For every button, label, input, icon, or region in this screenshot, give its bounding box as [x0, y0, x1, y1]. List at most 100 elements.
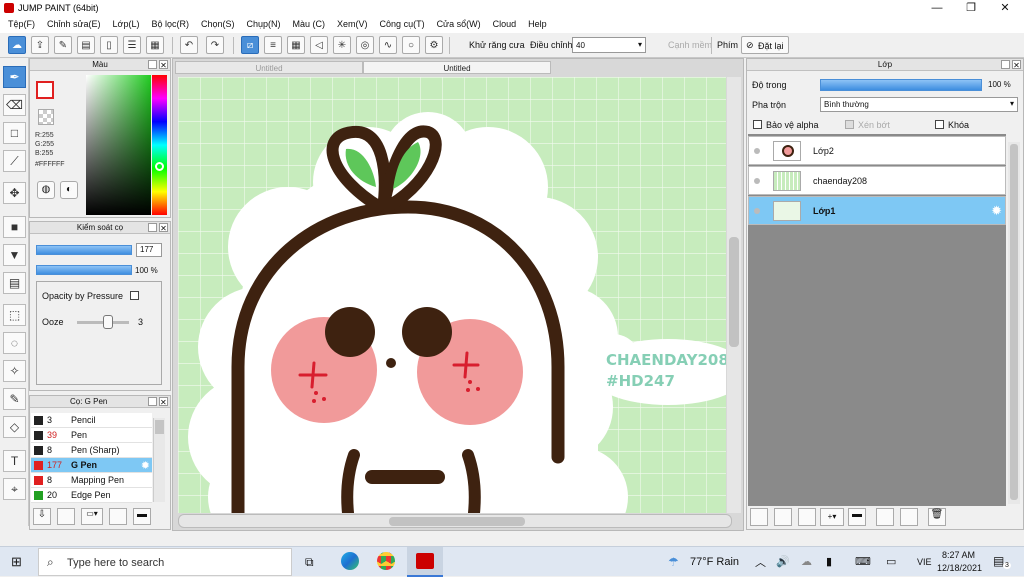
menu-select[interactable]: Chọn(S) — [195, 16, 241, 33]
blend-mode-select[interactable]: Bình thường ▾ — [820, 97, 1018, 112]
visibility-icon[interactable] — [754, 208, 760, 214]
folder-icon[interactable]: ▬ — [848, 508, 866, 526]
gradient-tool-icon[interactable]: ▤ — [3, 272, 26, 294]
windows-start-icon[interactable]: ⊞ — [11, 555, 25, 569]
pen-tool-icon[interactable]: ✒ — [3, 66, 26, 88]
lasso-tool-icon[interactable]: ◌ — [3, 332, 26, 354]
document-icon[interactable]: ▯ — [100, 36, 118, 54]
cloud-download-icon[interactable]: ⇩ — [33, 508, 51, 525]
panel-close-icon[interactable]: ✕ — [159, 397, 168, 407]
menu-view[interactable]: Xem(V) — [331, 16, 374, 33]
taskbar-search[interactable]: ⌕ Type here to search — [38, 548, 292, 576]
lock-checkbox[interactable] — [935, 120, 944, 129]
circle-icon[interactable]: ○ — [402, 36, 420, 54]
opacity-pressure-checkbox[interactable] — [130, 291, 139, 300]
clock-date[interactable]: 12/18/2021 — [937, 563, 982, 573]
brush-opacity-slider[interactable] — [36, 265, 132, 275]
new-layer-icon[interactable] — [750, 508, 768, 526]
eyedropper-tool-icon[interactable]: ⌖ — [3, 478, 26, 500]
transparent-swatch[interactable] — [38, 109, 54, 125]
clock-time[interactable]: 8:27 AM — [942, 550, 975, 560]
brush-size-slider[interactable] — [36, 245, 132, 255]
keyboard-icon[interactable]: ⌨ — [855, 555, 871, 568]
saturation-value-field[interactable] — [86, 75, 151, 215]
list-icon[interactable]: ☰ — [123, 36, 141, 54]
comment-icon[interactable]: ✎ — [54, 36, 72, 54]
foreground-color-swatch[interactable] — [36, 81, 54, 99]
menu-color[interactable]: Màu (C) — [287, 16, 332, 33]
select-pen-icon[interactable]: ✎ — [3, 388, 26, 410]
duplicate-pen-icon[interactable]: ▭▾ — [81, 508, 103, 525]
maximize-button[interactable]: ❐ — [954, 0, 988, 16]
edge-browser-icon[interactable] — [341, 552, 359, 570]
layer-row-lop1[interactable]: Lớp1 ✹ — [748, 196, 1006, 225]
add-layer-menu-icon[interactable]: +▾ — [820, 508, 844, 526]
network-icon[interactable]: ▮ — [826, 555, 832, 568]
perspective-icon[interactable]: ◁ — [310, 36, 328, 54]
tab-untitled-2[interactable]: Untitled — [363, 61, 551, 74]
minimize-button[interactable]: — — [920, 0, 954, 16]
curve-icon[interactable]: ∿ — [379, 36, 397, 54]
pen-list-scroll-thumb[interactable] — [155, 420, 164, 434]
diagonal-snap-icon[interactable]: ⧄ — [241, 36, 259, 54]
volume-icon[interactable]: 🔊 — [776, 555, 790, 568]
undo-icon[interactable]: ↶ — [180, 36, 198, 54]
palette-icon[interactable]: ◍ — [37, 181, 55, 199]
visibility-icon[interactable] — [754, 148, 760, 154]
adjust-select[interactable]: 40 ▾ — [572, 37, 646, 53]
ooze-slider-thumb[interactable] — [103, 315, 113, 329]
grid-snap-icon[interactable]: ▦ — [287, 36, 305, 54]
panel-close-icon[interactable]: ✕ — [159, 223, 168, 233]
new-layer-8bit-icon[interactable] — [774, 508, 792, 526]
layer-row-lop2[interactable]: Lớp2 — [748, 136, 1006, 165]
layer-opacity-slider[interactable] — [820, 79, 982, 91]
menu-cloud[interactable]: Cloud — [487, 16, 523, 33]
menu-layer[interactable]: Lớp(L) — [107, 16, 146, 33]
canvas-horizontal-scrollbar[interactable] — [178, 514, 732, 528]
magic-wand-icon[interactable]: ✧ — [3, 360, 26, 382]
task-view-icon[interactable]: ⧉ — [305, 555, 314, 570]
parallel-lines-icon[interactable]: ≡ — [264, 36, 282, 54]
menu-filter[interactable]: Bộ lọc(R) — [145, 16, 195, 33]
new-pen-icon[interactable] — [57, 508, 75, 525]
blur-tool-icon[interactable]: ⟋ — [3, 150, 26, 172]
menu-capture[interactable]: Chụp(N) — [241, 16, 287, 33]
horizontal-scroll-thumb[interactable] — [389, 517, 525, 526]
text-tool-icon[interactable]: T — [3, 450, 26, 472]
visibility-icon[interactable] — [754, 178, 760, 184]
pen-item[interactable]: 8 Mapping Pen — [31, 473, 152, 488]
panel-pin-icon[interactable] — [1001, 60, 1010, 69]
panel-pin-icon[interactable] — [148, 223, 157, 232]
pen-item[interactable]: 8 Pen (Sharp) — [31, 443, 152, 458]
close-button[interactable]: ✕ — [988, 0, 1022, 16]
chevron-up-icon[interactable]: ︿ — [755, 554, 766, 570]
onedrive-icon[interactable]: ☁ — [801, 555, 812, 568]
gear-icon[interactable]: ✹ — [141, 459, 150, 472]
drawing-canvas[interactable]: CHAENDAY208 #HD247 — [178, 77, 726, 513]
reset-button[interactable]: ⊘ Đặt lại — [741, 36, 789, 54]
panel-close-icon[interactable]: ✕ — [1012, 60, 1021, 70]
move-tool-icon[interactable]: ✥ — [3, 182, 26, 204]
pen-item[interactable]: 39 Pen — [31, 428, 152, 443]
menu-help[interactable]: Help — [522, 16, 553, 33]
pen-item[interactable]: 3 Pencil — [31, 413, 152, 428]
settings-icon[interactable]: ⚙ — [425, 36, 443, 54]
select-tool-icon[interactable]: ⬚ — [3, 304, 26, 326]
export-icon[interactable]: ⇪ — [31, 36, 49, 54]
clip-checkbox[interactable] — [845, 120, 854, 129]
pen-item[interactable]: 20 Edge Pen — [31, 488, 152, 503]
panel-close-icon[interactable]: ✕ — [159, 60, 168, 70]
hue-marker[interactable] — [155, 162, 164, 171]
layer-scroll-thumb[interactable] — [1010, 144, 1018, 500]
vertical-scroll-thumb[interactable] — [729, 237, 739, 347]
redo-icon[interactable]: ↷ — [206, 36, 224, 54]
pen-item[interactable]: 177 G Pen ✹ — [31, 458, 152, 473]
menu-file[interactable]: Tệp(F) — [2, 16, 41, 33]
eraser-tool-icon[interactable]: ⌫ — [3, 94, 26, 116]
duplicate-layer-icon[interactable] — [876, 508, 894, 526]
trash-icon[interactable]: 🗑 — [928, 508, 946, 526]
language-indicator[interactable]: VIE — [917, 557, 932, 567]
pen-list-scrollbar[interactable] — [153, 418, 165, 502]
layer-row-chaenday208[interactable]: chaenday208 — [748, 166, 1006, 195]
color-picker-icon[interactable]: ◐ — [60, 181, 78, 199]
